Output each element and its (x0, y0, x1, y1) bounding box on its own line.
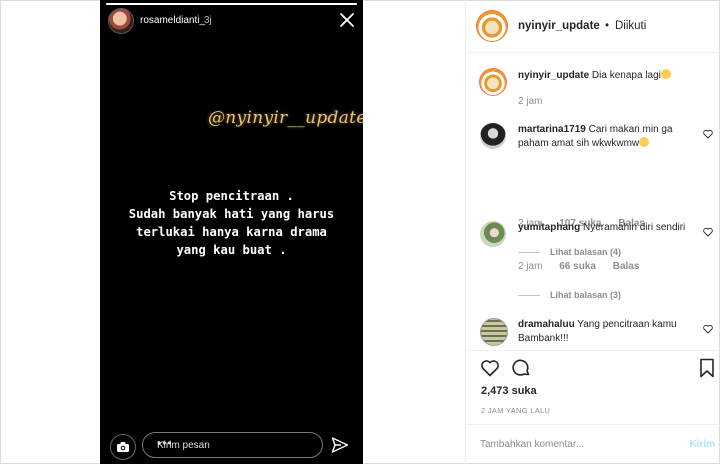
comment-username[interactable]: yumitaphang (518, 222, 580, 233)
view-replies-button[interactable]: Lihat balasan (3) (518, 290, 621, 300)
caption-text: nyinyir_update Dia kenapa lagi (518, 69, 695, 83)
like-heart-icon[interactable] (703, 129, 713, 139)
comment-meta: 2 jam (518, 96, 556, 107)
story-avatar[interactable] (108, 8, 134, 34)
comment-username[interactable]: dramahaluu (518, 319, 575, 330)
view-replies-button[interactable]: Lihat balasan (4) (518, 247, 621, 257)
camera-button[interactable] (110, 434, 136, 460)
likes-count[interactable]: 2,473 suka (481, 385, 537, 397)
view-replies-label: Lihat balasan (4) (550, 247, 622, 257)
story-text-line: Sudah banyak hati yang harus (128, 207, 335, 221)
header-separator: • (605, 20, 610, 32)
send-icon[interactable] (331, 436, 349, 454)
post-panel: nyinyir_update • Diikuti nyinyir_update … (465, 0, 720, 464)
send-message-input[interactable]: Kirim pesan ••• (142, 432, 323, 458)
author-avatar[interactable] (477, 11, 507, 41)
reply-button[interactable]: Balas (613, 261, 640, 272)
camera-icon (117, 442, 129, 452)
posted-timestamp: 2 JAM YANG LALU (481, 406, 551, 415)
story-progress-bar (106, 3, 357, 5)
story-text: Stop pencitraan . Sudah banyak hati yang… (100, 187, 363, 259)
divider (466, 424, 720, 425)
author-avatar[interactable] (480, 69, 506, 95)
like-heart-icon[interactable] (703, 324, 713, 334)
more-options-icon[interactable]: ••• (157, 436, 310, 450)
bookmark-icon[interactable] (699, 358, 715, 378)
comment-list[interactable]: nyinyir_update Dia kenapa lagi 2 jam mar… (466, 53, 720, 350)
comment-likes[interactable]: 66 suka (559, 261, 596, 272)
comment-username[interactable]: nyinyir_update (518, 70, 589, 81)
comment-body: yumitaphang Nyeramahin diri sendiri (518, 221, 695, 235)
heart-icon[interactable] (480, 358, 500, 378)
comment-body: dramahaluu Yang pencitraan kamu Bambank!… (518, 318, 695, 346)
comment-text: Dia kenapa lagi (591, 70, 661, 81)
story-watermark: @nyinyir__update (208, 108, 363, 128)
author-username[interactable]: nyinyir_update (518, 20, 600, 32)
like-heart-icon[interactable] (703, 227, 713, 237)
divider (466, 350, 720, 351)
story-timestamp: 3j (204, 15, 212, 26)
post-comment-button[interactable]: Kirim (689, 439, 715, 450)
story-viewer[interactable]: rosameldianti_ 3j @nyinyir__update Stop … (100, 0, 363, 464)
comment-meta: 2 jam 66 suka Balas (518, 261, 653, 272)
comment-icon[interactable] (511, 358, 531, 378)
story-text-line: Stop pencitraan . (169, 189, 294, 203)
commenter-avatar[interactable] (480, 318, 508, 346)
comment-text: Nyeramahin diri sendiri (583, 222, 686, 233)
add-comment-input[interactable]: Tambahkan komentar... (480, 439, 584, 450)
comment-time: 2 jam (518, 96, 543, 107)
close-icon[interactable] (337, 10, 357, 30)
comment-username[interactable]: martarina1719 (518, 124, 586, 135)
view-replies-label: Lihat balasan (3) (550, 290, 622, 300)
story-text-line: terlukai hanya karna drama (136, 225, 327, 239)
comment-body: martarina1719 Cari makan min ga paham am… (518, 123, 695, 151)
commenter-avatar[interactable] (480, 123, 506, 149)
commenter-avatar[interactable] (480, 221, 506, 247)
grinning-sweat-emoji-icon (660, 69, 671, 79)
story-text-line: yang kau buat . (176, 243, 287, 257)
follow-status[interactable]: Diikuti (615, 20, 646, 32)
story-username[interactable]: rosameldianti_ (140, 15, 205, 26)
grinning-sweat-emoji-icon (639, 137, 650, 147)
comment-time: 2 jam (518, 261, 543, 272)
